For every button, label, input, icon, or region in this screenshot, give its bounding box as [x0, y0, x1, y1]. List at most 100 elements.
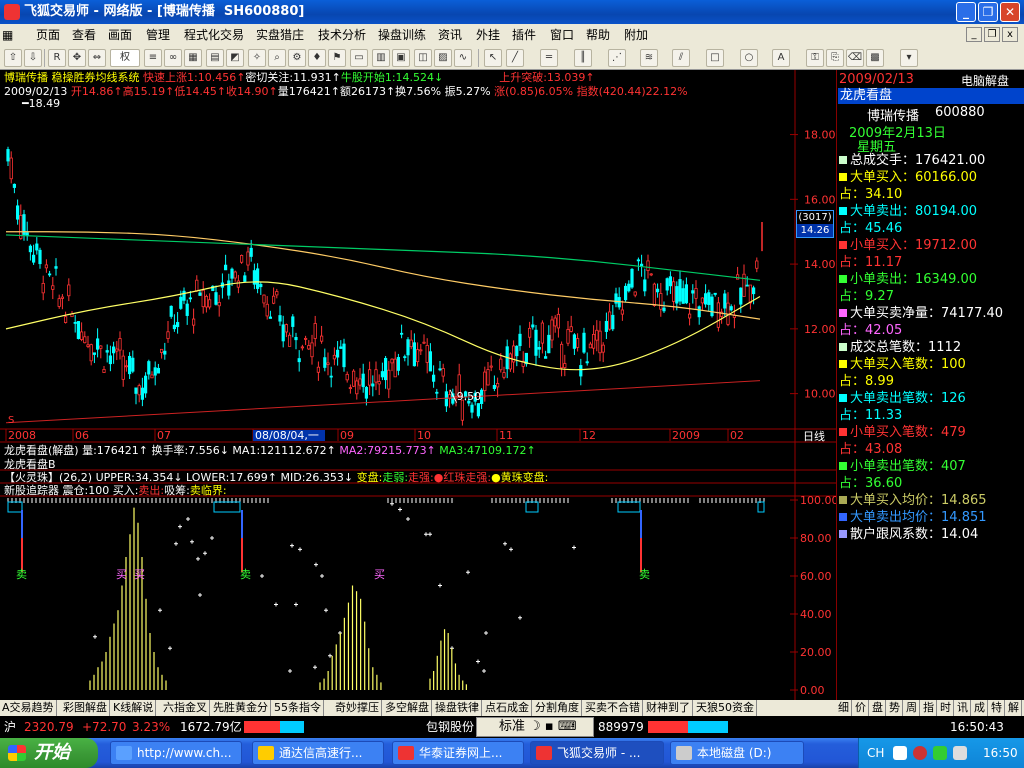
- side-tab[interactable]: 势: [887, 700, 903, 716]
- menu-canvas[interactable]: 画面: [108, 24, 132, 46]
- arrow-down-icon[interactable]: ⇩: [24, 49, 42, 67]
- side-tab[interactable]: 时: [938, 700, 954, 716]
- bottom-tab[interactable]: 分割角度: [533, 700, 582, 716]
- network-icon[interactable]: [933, 746, 947, 760]
- menu-training[interactable]: 操盘训练: [378, 24, 426, 46]
- side-tab[interactable]: 解: [1006, 700, 1022, 716]
- ime-bar[interactable]: 标准 ☽ ▪ ⌨: [476, 717, 594, 737]
- gear-icon[interactable]: ⚙: [288, 49, 306, 67]
- bottom-tab[interactable]: K线解说: [111, 700, 157, 716]
- resize-icon[interactable]: ⇔: [88, 49, 106, 67]
- task-huatai[interactable]: 华泰证券网上...: [392, 741, 524, 765]
- move-icon[interactable]: ✥: [68, 49, 86, 67]
- line-chart-icon[interactable]: ∿: [454, 49, 472, 67]
- menu-window[interactable]: 窗口: [550, 24, 574, 46]
- period-label[interactable]: 日线: [796, 428, 832, 444]
- eraser-icon[interactable]: ⌫: [846, 49, 864, 67]
- pointer-icon[interactable]: ↖: [484, 49, 502, 67]
- table-icon[interactable]: ▤: [206, 49, 224, 67]
- alarm-icon[interactable]: ♦: [308, 49, 326, 67]
- panels-icon[interactable]: ▣: [392, 49, 410, 67]
- bottom-tab[interactable]: 操盘铁律: [433, 700, 482, 716]
- layout-icon[interactable]: ▥: [372, 49, 390, 67]
- copy-icon[interactable]: ⎘: [826, 49, 844, 67]
- side-tab[interactable]: 周: [904, 700, 920, 716]
- menu-hunt[interactable]: 实盘猎庄: [256, 24, 304, 46]
- lock-icon[interactable]: ⚿: [806, 49, 824, 67]
- menu-extra[interactable]: 附加: [624, 24, 648, 46]
- restore-button[interactable]: ❐: [978, 2, 998, 22]
- menu-view[interactable]: 查看: [72, 24, 96, 46]
- text-tool-icon[interactable]: A: [772, 49, 790, 67]
- menu-manage[interactable]: 管理: [146, 24, 170, 46]
- menu-page[interactable]: 页面: [36, 24, 60, 46]
- task-disk[interactable]: 本地磁盘 (D:): [670, 741, 804, 765]
- bottom-tab[interactable]: 财神到了: [644, 700, 693, 716]
- close-button[interactable]: ✕: [1000, 2, 1020, 22]
- menu-plugins[interactable]: 插件: [512, 24, 536, 46]
- side-tab[interactable]: 讯: [955, 700, 971, 716]
- bottom-tab[interactable]: 先胜黄金分: [211, 700, 271, 716]
- task-feihu[interactable]: 飞狐交易师 - ...: [530, 741, 664, 765]
- bottom-tab[interactable]: 买卖不合错: [583, 700, 643, 716]
- fan-icon[interactable]: ⋰: [608, 49, 626, 67]
- list-icon[interactable]: ≡: [144, 49, 162, 67]
- stat-row: 占：11.17: [839, 254, 902, 271]
- rsi-icon[interactable]: R: [48, 49, 66, 67]
- stock-chart[interactable]: 100.0080.0060.0040.0020.000.00卖买买卖买卖 200…: [0, 70, 839, 700]
- vlines-icon[interactable]: ║: [574, 49, 592, 67]
- mdi-minimize-button[interactable]: _: [966, 27, 982, 42]
- bottom-tab[interactable]: 六指金叉: [161, 700, 210, 716]
- bottom-tab[interactable]: 多空解盘: [383, 700, 432, 716]
- binoculars-icon[interactable]: ∞: [164, 49, 182, 67]
- compass-icon[interactable]: ✧: [248, 49, 266, 67]
- ime-icon[interactable]: [893, 746, 907, 760]
- bottom-tab[interactable]: 55条指令: [272, 700, 324, 716]
- flag-icon[interactable]: ⚑: [328, 49, 346, 67]
- period-select[interactable]: 权: [110, 49, 140, 67]
- rectangle-icon[interactable]: □: [706, 49, 724, 67]
- draw-line-icon[interactable]: ╱: [506, 49, 524, 67]
- bottom-tab[interactable]: 天狼50资金: [694, 700, 757, 716]
- side-tab[interactable]: 盘: [870, 700, 886, 716]
- menu-program-trading[interactable]: 程式化交易: [184, 24, 244, 46]
- parallel-icon[interactable]: ⫽: [672, 49, 690, 67]
- side-tab[interactable]: 成: [972, 700, 988, 716]
- shield-icon[interactable]: [913, 746, 927, 760]
- hline-icon[interactable]: ═: [540, 49, 558, 67]
- channel-icon[interactable]: ≋: [640, 49, 658, 67]
- search-icon[interactable]: ⌕: [268, 49, 286, 67]
- side-tab[interactable]: 指: [921, 700, 937, 716]
- bottom-tab[interactable]: 彩图解盘: [61, 700, 110, 716]
- arrow-up-icon[interactable]: ⇧: [4, 49, 22, 67]
- task-browser[interactable]: http://www.ch...: [110, 741, 242, 765]
- volume-icon[interactable]: [953, 746, 967, 760]
- menu-info[interactable]: 资讯: [438, 24, 462, 46]
- minimize-button[interactable]: _: [956, 2, 976, 22]
- photo-icon[interactable]: ▨: [434, 49, 452, 67]
- menu-tech-analysis[interactable]: 技术分析: [318, 24, 366, 46]
- bottom-tab[interactable]: 点石成金: [483, 700, 532, 716]
- color-icon[interactable]: ▩: [866, 49, 884, 67]
- save-icon[interactable]: ▾: [900, 49, 918, 67]
- side-tab[interactable]: 细: [836, 700, 852, 716]
- ai-analysis-button[interactable]: 电脑解盘: [961, 72, 1009, 89]
- mdi-restore-button[interactable]: ❐: [984, 27, 1000, 42]
- grid-icon[interactable]: ▦: [184, 49, 202, 67]
- mdi-close-button[interactable]: x: [1002, 27, 1018, 42]
- menu-help[interactable]: 帮助: [586, 24, 610, 46]
- side-tab[interactable]: 价: [853, 700, 869, 716]
- menu-plugin-ext[interactable]: 外挂: [476, 24, 500, 46]
- bottom-tab[interactable]: A交易趋势: [0, 700, 57, 716]
- image-icon[interactable]: ◫: [414, 49, 432, 67]
- window-icon[interactable]: ▭: [350, 49, 368, 67]
- language-indicator[interactable]: CH: [867, 738, 884, 768]
- document-icon[interactable]: ▦: [2, 24, 16, 46]
- bottom-tab[interactable]: 奇妙撑压: [333, 700, 382, 716]
- ellipse-icon[interactable]: ○: [740, 49, 758, 67]
- candle-body: [143, 375, 148, 394]
- side-tab[interactable]: 特: [989, 700, 1005, 716]
- chart-icon[interactable]: ◩: [226, 49, 244, 67]
- task-tdx[interactable]: 通达信高速行...: [252, 741, 384, 765]
- start-button[interactable]: 开始: [0, 738, 98, 768]
